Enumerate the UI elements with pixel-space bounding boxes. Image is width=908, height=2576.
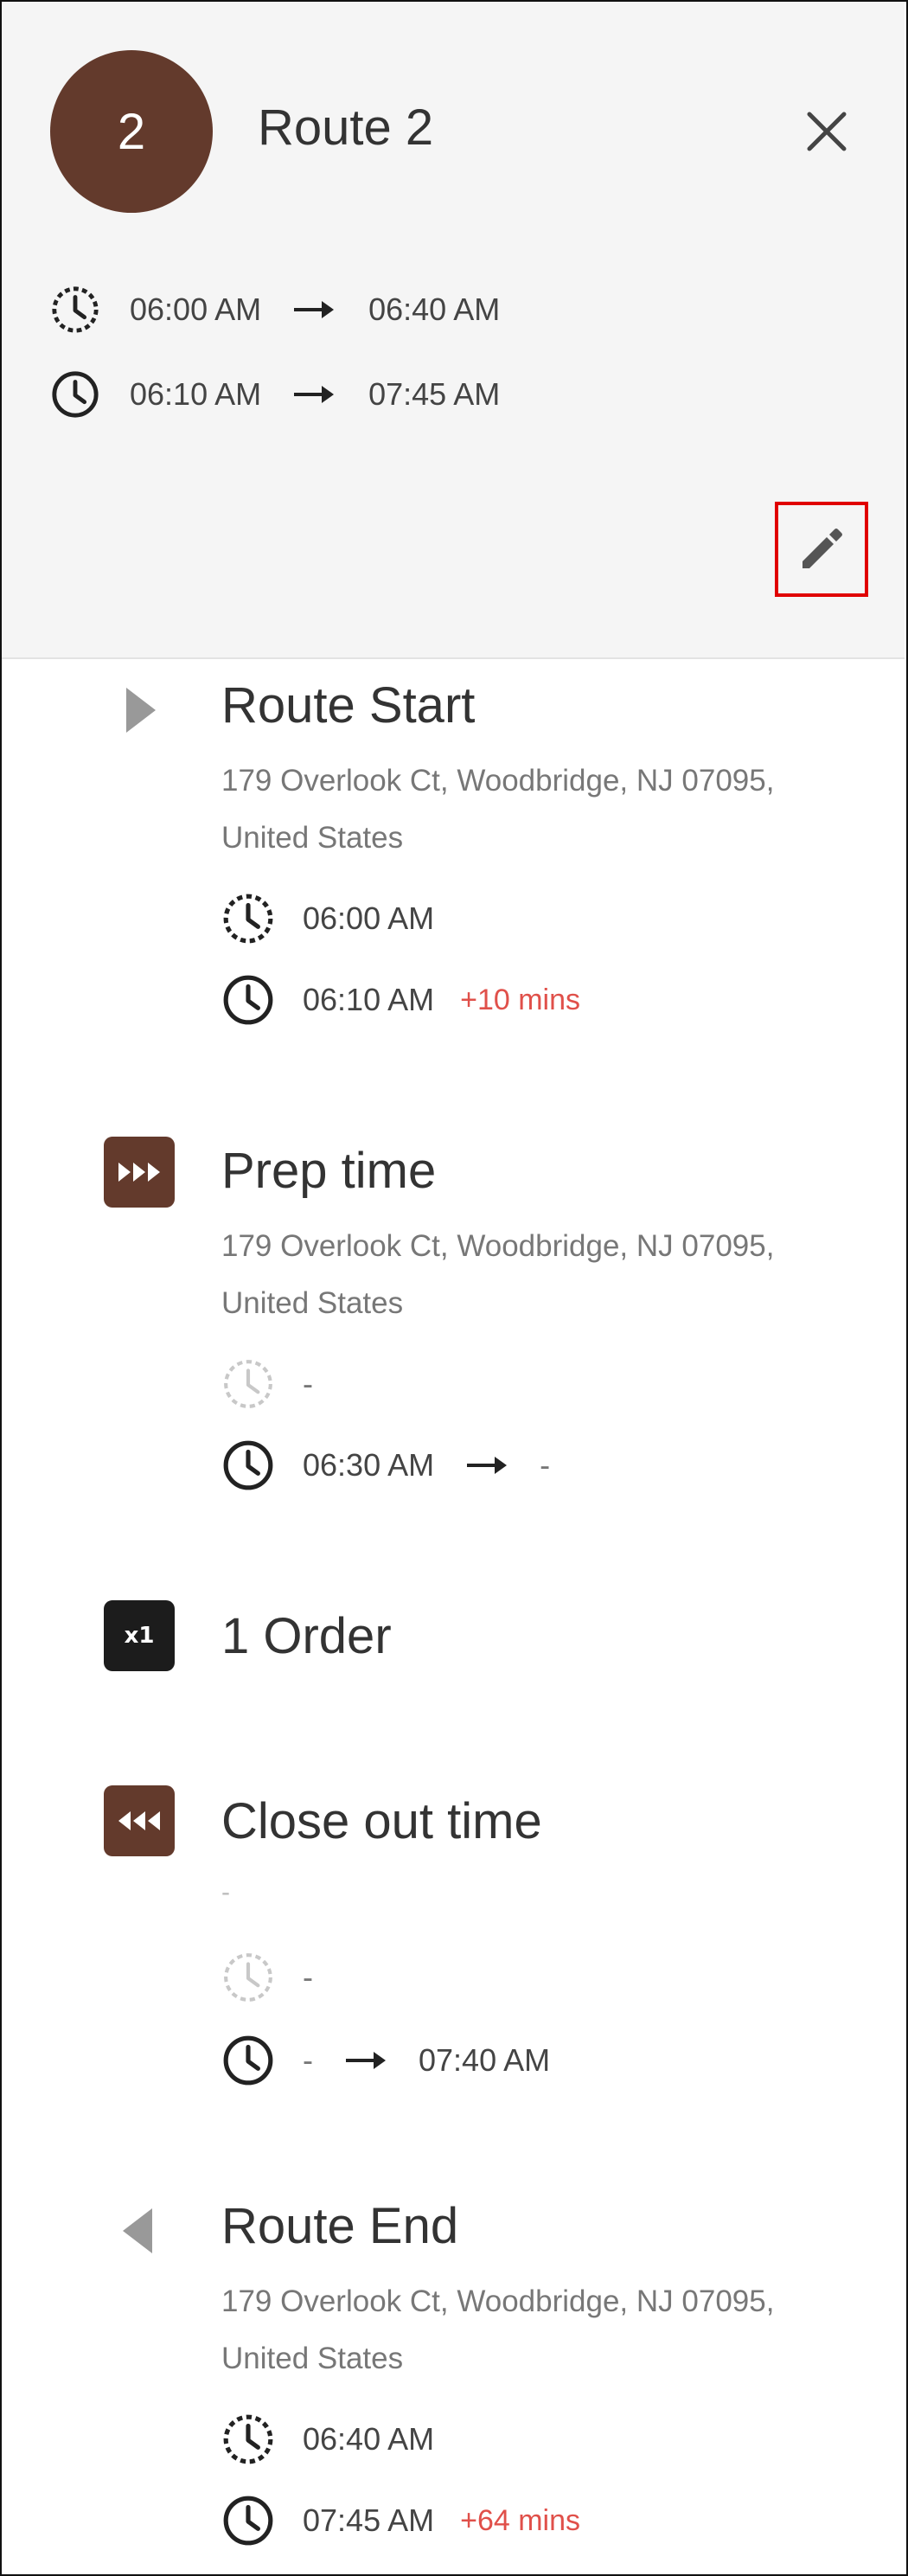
play-triangle-icon xyxy=(126,688,156,733)
order-count-badge: x1 xyxy=(104,1600,175,1671)
route-start-title: Route Start xyxy=(221,677,476,734)
close-out-title: Close out time xyxy=(221,1793,542,1849)
actual-time: 07:45 AM xyxy=(303,2502,435,2538)
route-avatar: 2 xyxy=(50,50,213,213)
close-icon xyxy=(807,112,847,151)
edit-route-button[interactable] xyxy=(775,502,868,597)
delay-badge: +10 mins xyxy=(460,983,581,1016)
prep-time-actual-row: 06:30 AM - xyxy=(221,1438,550,1493)
actual-start-time: 06:10 AM xyxy=(130,376,262,412)
address-line-2: United States xyxy=(221,1286,404,1320)
reverse-triangle-icon xyxy=(123,2208,152,2253)
planned-time: - xyxy=(303,1959,313,1995)
route-start-icon xyxy=(104,675,175,746)
address-line-1: 179 Overlook Ct, Woodbridge, NJ 07095, xyxy=(221,764,775,798)
route-title: Route 2 xyxy=(258,99,434,156)
prep-time-icon-wrap xyxy=(104,1137,175,1208)
clock-icon xyxy=(221,973,275,1027)
address-line-1: 179 Overlook Ct, Woodbridge, NJ 07095, xyxy=(221,1229,775,1263)
order-icon-wrap: x1 xyxy=(104,1600,175,1671)
clock-dashed-icon xyxy=(221,2413,275,2466)
clock-icon xyxy=(50,369,100,420)
actual-time: 06:10 AM xyxy=(303,982,435,1017)
actual-start-time: 06:30 AM xyxy=(303,1447,435,1483)
arrow-right-icon xyxy=(292,297,336,323)
clock-dashed-icon xyxy=(50,285,100,335)
arrow-right-icon xyxy=(292,381,336,407)
clock-icon xyxy=(221,2034,275,2087)
route-start-planned-row: 06:00 AM xyxy=(221,891,434,946)
order-title[interactable]: 1 Order xyxy=(221,1607,392,1665)
route-header: 2 Route 2 06:00 AM 06:40 AM 06:10 AM 07:… xyxy=(2,2,905,659)
actual-end-time: 07:40 AM xyxy=(419,2042,551,2078)
route-end-icon xyxy=(104,2195,175,2266)
prep-time-title: Prep time xyxy=(221,1143,437,1199)
close-out-planned-row: - xyxy=(221,1950,313,2005)
delay-badge: +64 mins xyxy=(460,2503,581,2537)
clock-dashed-icon xyxy=(221,892,275,945)
actual-end-time: 07:45 AM xyxy=(368,376,501,412)
close-out-actual-row: - 07:40 AM xyxy=(221,2033,550,2088)
address-line-2: United States xyxy=(221,2342,404,2375)
address-line-1: 179 Overlook Ct, Woodbridge, NJ 07095, xyxy=(221,2284,775,2318)
clock-icon xyxy=(221,1439,275,1492)
planned-end-time: 06:40 AM xyxy=(368,292,501,327)
close-out-address: - xyxy=(221,1878,230,1906)
route-end-address: 179 Overlook Ct, Woodbridge, NJ 07095, U… xyxy=(221,2273,861,2387)
arrow-right-icon xyxy=(465,1452,508,1478)
planned-start-time: 06:00 AM xyxy=(130,292,262,327)
planned-time: - xyxy=(303,1366,313,1401)
actual-time-row: 06:10 AM 07:45 AM xyxy=(50,368,500,420)
rewind-icon xyxy=(104,1785,175,1856)
route-end-title: Route End xyxy=(221,2198,459,2254)
route-end-actual-row: 07:45 AM +64 mins xyxy=(221,2493,580,2548)
route-start-actual-row: 06:10 AM +10 mins xyxy=(221,972,580,1028)
actual-start-time: - xyxy=(303,2042,313,2078)
pencil-icon xyxy=(802,529,842,568)
planned-time: 06:40 AM xyxy=(303,2421,435,2457)
planned-time-row: 06:00 AM 06:40 AM xyxy=(50,284,500,336)
prep-time-address: 179 Overlook Ct, Woodbridge, NJ 07095, U… xyxy=(221,1218,861,1332)
route-end-planned-row: 06:40 AM xyxy=(221,2412,434,2467)
planned-time: 06:00 AM xyxy=(303,900,435,936)
close-button[interactable] xyxy=(799,104,854,159)
address-line-2: United States xyxy=(221,821,404,855)
close-out-icon-wrap xyxy=(104,1785,175,1856)
clock-icon xyxy=(221,2494,275,2547)
prep-time-planned-row: - xyxy=(221,1356,313,1412)
clock-dashed-icon xyxy=(221,1357,275,1411)
fast-forward-icon xyxy=(104,1137,175,1208)
arrow-right-icon xyxy=(344,2047,387,2073)
route-start-address: 179 Overlook Ct, Woodbridge, NJ 07095, U… xyxy=(221,753,861,867)
actual-end-time: - xyxy=(540,1447,551,1483)
clock-dashed-icon xyxy=(221,1951,275,2004)
